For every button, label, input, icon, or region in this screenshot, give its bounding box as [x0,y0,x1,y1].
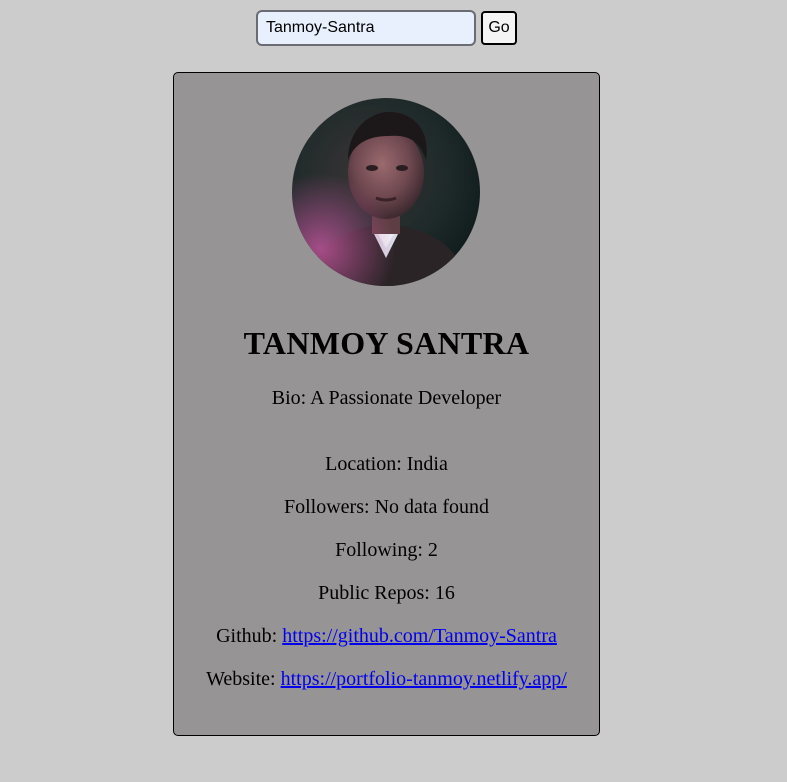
avatar [292,98,480,286]
following-label: Following: [335,539,428,561]
following-line: Following: 2 [174,538,599,562]
following-value: 2 [427,539,438,561]
public-repos-value: 16 [434,582,455,604]
followers-value: No data found [374,496,489,518]
bio-label: Bio: [271,387,311,409]
public-repos-label: Public Repos: [318,582,435,604]
location-label: Location: [325,453,407,475]
username-search-input[interactable] [256,10,476,46]
bio-value: A Passionate Developer [310,387,502,409]
website-label: Website: [206,668,281,690]
github-line: Github: https://github.com/Tanmoy-Santra [174,624,599,648]
github-link[interactable]: https://github.com/Tanmoy-Santra [282,625,557,647]
website-link[interactable]: https://portfolio-tanmoy.netlify.app/ [281,668,567,690]
followers-label: Followers: [284,496,375,518]
avatar-photo [292,98,480,286]
go-button[interactable]: Go [481,11,517,45]
bio-line: Bio: A Passionate Developer [174,386,599,410]
public-repos-line: Public Repos: 16 [174,581,599,605]
search-bar: Go [256,10,517,46]
location-value: India [406,453,448,475]
github-label: Github: [216,625,283,647]
profile-name: TANMOY SANTRA [243,325,530,361]
website-line: Website: https://portfolio-tanmoy.netlif… [174,667,599,691]
followers-line: Followers: No data found [174,495,599,519]
location-line: Location: India [174,452,599,476]
profile-card: TANMOY SANTRA Bio: A Passionate Develope… [173,72,600,736]
